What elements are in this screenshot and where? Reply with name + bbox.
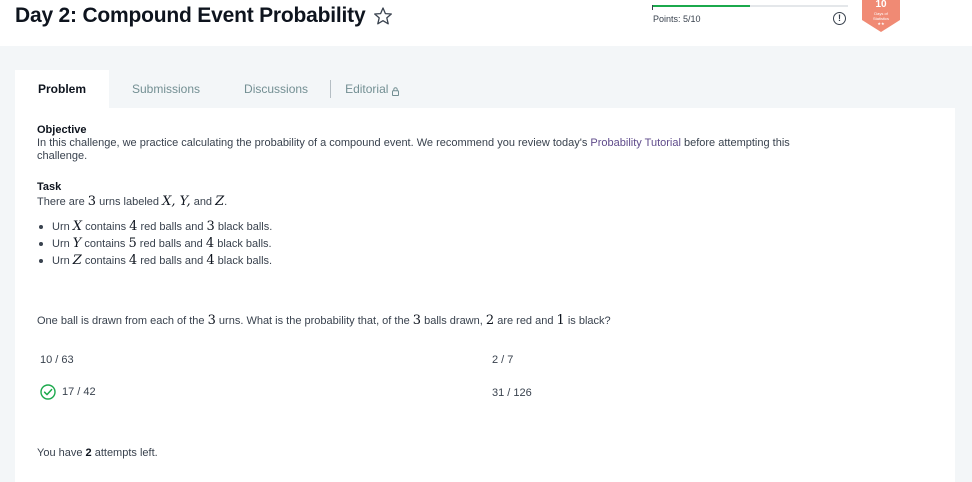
list-item: Urn X contains 4 red balls and 3 black b… bbox=[37, 218, 917, 235]
math-var: Z bbox=[72, 253, 82, 268]
urn-text: contains bbox=[82, 221, 130, 233]
option-label: 2 / 7 bbox=[492, 354, 514, 366]
tab-submissions[interactable]: Submissions bbox=[109, 70, 222, 108]
title-row: Day 2: Compound Event Probability bbox=[15, 4, 393, 28]
attempts-remaining: You have 2 attempts left. bbox=[37, 447, 158, 459]
urn-text: black balls. bbox=[214, 221, 273, 233]
points-label: Points: 5/10 bbox=[653, 14, 701, 24]
option-label: 31 / 126 bbox=[492, 387, 532, 399]
header-bar: Day 2: Compound Event Probability Points… bbox=[0, 0, 972, 46]
attempts-text: You have bbox=[37, 447, 86, 459]
math-number: 3 bbox=[206, 219, 215, 234]
tab-editorial-label: Editorial bbox=[345, 82, 389, 96]
question-part: balls drawn, bbox=[421, 315, 486, 327]
badge-icon[interactable]: 10 Days of Statistics ★★ bbox=[862, 0, 900, 32]
attempts-text: attempts left. bbox=[91, 447, 158, 459]
tab-editorial[interactable]: Editorial bbox=[331, 70, 421, 108]
math-number: 4 bbox=[128, 253, 138, 268]
math-number: 3 bbox=[412, 313, 422, 328]
objective-text-part: challenge. bbox=[37, 150, 88, 162]
math-number: 3 bbox=[207, 313, 216, 328]
option-label: 17 / 42 bbox=[62, 386, 96, 398]
task-text: . bbox=[224, 196, 228, 208]
badge-caption: Days of Statistics ★★ bbox=[862, 11, 900, 26]
math-var: X bbox=[72, 219, 83, 234]
urn-text: Urn bbox=[52, 255, 73, 267]
question-text: One ball is drawn from each of the 3 urn… bbox=[37, 313, 611, 328]
task-text: There are bbox=[37, 196, 88, 208]
objective-heading: Objective bbox=[37, 124, 87, 136]
progress-fill bbox=[652, 5, 750, 7]
math-var: Z bbox=[215, 194, 225, 209]
question-part: is black? bbox=[564, 315, 611, 327]
list-item: Urn Z contains 4 red balls and 4 black b… bbox=[37, 252, 917, 269]
lock-icon bbox=[392, 85, 400, 96]
urn-text: red balls and bbox=[137, 255, 207, 267]
problem-card: Objective In this challenge, we practice… bbox=[15, 108, 955, 482]
math-number: 1 bbox=[556, 313, 565, 328]
urn-list: Urn X contains 4 red balls and 3 black b… bbox=[37, 218, 917, 269]
progress-marker bbox=[652, 5, 653, 10]
points-progress: Points: 5/10 bbox=[650, 0, 848, 30]
tab-bar: Problem Submissions Discussions Editoria… bbox=[15, 70, 955, 108]
probability-tutorial-link[interactable]: Probability Tutorial bbox=[590, 137, 681, 149]
task-text: urns labeled bbox=[96, 196, 163, 208]
task-intro: There are 3 urns labeled X, Y, and Z. bbox=[37, 194, 917, 210]
urn-text: contains bbox=[81, 255, 129, 267]
urn-text: Urn bbox=[52, 238, 73, 250]
urn-text: black balls. bbox=[214, 255, 273, 267]
question-part: are red and bbox=[494, 315, 557, 327]
math-number: 5 bbox=[128, 236, 137, 251]
progress-track bbox=[652, 5, 848, 7]
answer-option-correct[interactable]: 17 / 42 bbox=[40, 384, 96, 400]
objective-text-part: before attempting this bbox=[680, 137, 790, 149]
tab-discussions[interactable]: Discussions bbox=[222, 70, 330, 108]
question-part: One ball is drawn from each of the bbox=[37, 315, 208, 327]
task-text: and bbox=[190, 196, 216, 208]
star-icon[interactable] bbox=[373, 6, 393, 26]
answer-option[interactable]: 31 / 126 bbox=[492, 387, 532, 399]
info-icon[interactable]: ! bbox=[833, 12, 846, 25]
math-number: 4 bbox=[205, 236, 215, 251]
problem-statement: Objective In this challenge, we practice… bbox=[37, 124, 917, 269]
math-number: 3 bbox=[87, 194, 97, 209]
page-title: Day 2: Compound Event Probability bbox=[15, 4, 366, 27]
urn-text: contains bbox=[81, 238, 129, 250]
answer-option[interactable]: 10 / 63 bbox=[40, 354, 74, 366]
badge-number: 10 bbox=[875, 0, 887, 10]
urn-text: red balls and bbox=[136, 238, 206, 250]
list-item: Urn Y contains 5 red balls and 4 black b… bbox=[37, 235, 917, 252]
math-number: 2 bbox=[485, 313, 495, 328]
check-circle-icon bbox=[40, 384, 56, 400]
answer-option[interactable]: 2 / 7 bbox=[492, 354, 513, 366]
task-heading: Task bbox=[37, 181, 62, 193]
math-number: 4 bbox=[206, 253, 215, 268]
urn-text: red balls and bbox=[137, 221, 207, 233]
math-vars: X, Y, bbox=[162, 194, 191, 209]
objective-text-part: In this challenge, we practice calculati… bbox=[37, 137, 591, 149]
urn-text: black balls. bbox=[214, 238, 272, 250]
option-label: 10 / 63 bbox=[40, 354, 74, 366]
badge-stars: ★★ bbox=[877, 21, 885, 26]
tab-problem[interactable]: Problem bbox=[15, 70, 109, 108]
question-part: urns. What is the probability that, of t… bbox=[215, 315, 413, 327]
objective-text: In this challenge, we practice calculati… bbox=[37, 137, 917, 163]
urn-text: Urn bbox=[52, 221, 73, 233]
